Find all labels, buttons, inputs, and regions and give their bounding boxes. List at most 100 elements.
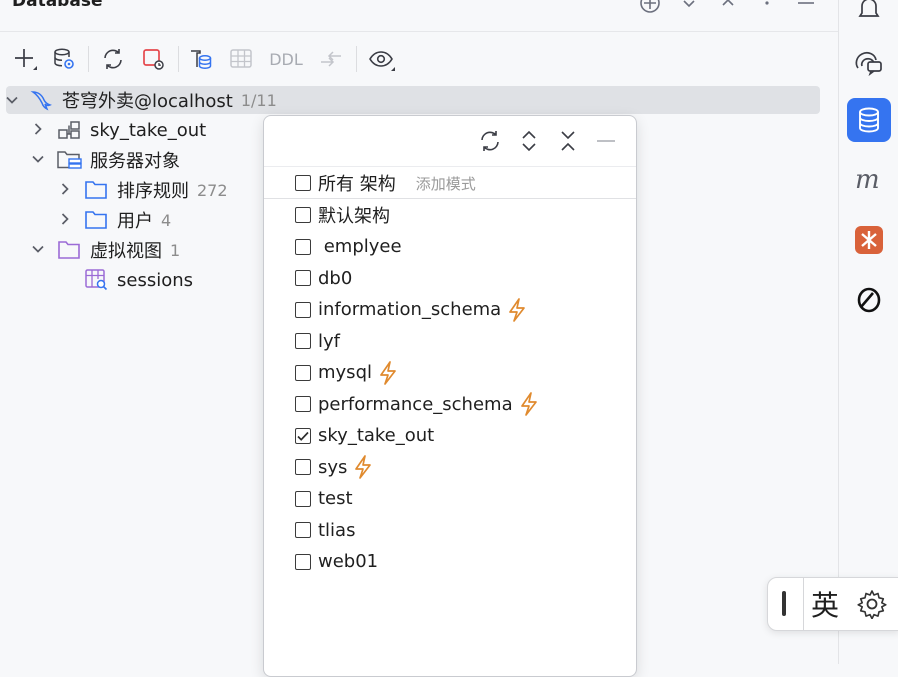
checkbox[interactable] [295,553,311,570]
tree-row-collations[interactable]: 排序规则 272 [117,175,228,205]
chevron-right-icon[interactable] [58,212,72,226]
more-options-icon[interactable] [755,0,779,14]
add-crosshair-icon[interactable] [638,0,662,14]
chevron-up-icon[interactable] [716,0,740,14]
copilot-icon[interactable] [847,278,891,322]
chevron-down-icon[interactable] [31,242,45,256]
checkbox[interactable] [295,175,311,191]
schema-option-label: sky_take_out [318,425,435,446]
schema-option[interactable]: emplyee [295,233,402,261]
schema-option[interactable]: sky_take_out [295,422,434,450]
server-objects-icon [57,149,83,171]
data-source-properties-icon[interactable] [50,44,78,74]
tree-row-server-objects[interactable]: 服务器对象 [90,145,180,175]
ime-language-toggle[interactable]: 英 [811,584,839,624]
plugin-icon[interactable] [847,218,891,262]
tool-window-header: Database [0,0,838,32]
schema-option[interactable]: mysql [295,359,398,387]
checkbox[interactable] [295,522,311,538]
tool-window-title: Database [12,0,103,11]
schema-option[interactable]: sys [295,453,373,481]
disconnect-icon[interactable] [138,44,168,74]
tree-item-label: sky_take_out [90,119,207,141]
jump-to-console-icon[interactable] [186,44,216,74]
schema-option[interactable]: web01 [295,548,378,576]
system-schema-bolt-icon [519,392,539,416]
checkbox-checked[interactable] [295,427,311,444]
virtual-table-icon [85,269,109,291]
ai-chat-icon[interactable] [847,40,891,84]
chevron-right-icon[interactable] [58,182,72,196]
collapse-all-icon[interactable] [555,128,581,154]
ddl-button: DDL [269,49,303,69]
schema-icon [58,120,80,140]
chevron-down-icon[interactable] [31,152,45,166]
minimize-icon[interactable] [794,0,818,14]
checkbox[interactable] [295,270,311,286]
schema-option-label: sys [318,456,348,478]
view-options-icon[interactable] [366,44,398,74]
divider [803,578,804,630]
virtual-folder-icon [58,240,80,260]
datasource-label: 苍穹外卖@localhost [62,91,233,112]
table-editor-icon [226,44,256,74]
chevron-down-icon[interactable] [677,0,701,14]
minimize-icon[interactable] [593,128,619,154]
tree-row-virtual-views[interactable]: 虚拟视图 1 [90,235,180,265]
checkbox[interactable] [295,238,311,255]
expand-all-icon[interactable] [516,128,542,154]
tree-item-label: 排序规则 [117,181,189,202]
schema-option-label: db0 [318,267,353,289]
schema-option[interactable]: performance_schema [295,390,539,418]
schema-option-label: lyf [318,330,340,352]
checkbox[interactable] [295,301,311,318]
checkbox[interactable] [295,207,311,223]
checkbox[interactable] [295,333,311,349]
schema-option[interactable]: db0 [295,264,352,292]
refresh-icon[interactable] [477,128,503,154]
tree-row-label: 苍穹外卖@localhost 1/11 [62,85,277,115]
checkbox[interactable] [295,490,311,507]
tree-item-label: 虚拟视图 [90,241,162,262]
schema-option-label: tlias [318,519,356,541]
tree-row-schema[interactable]: sky_take_out [90,115,206,145]
filter-divider [264,198,636,199]
tree-row-sessions[interactable]: sessions [117,265,193,295]
notifications-icon[interactable] [847,0,891,30]
all-schemas-option[interactable]: 所有 架构 添加模式 [295,169,476,197]
tree-item-label: 服务器对象 [90,151,180,172]
checkbox[interactable] [295,396,311,412]
refresh-icon[interactable] [98,44,128,74]
checkmark-icon [297,431,309,441]
right-tool-strip: m [838,0,898,664]
schema-option[interactable]: 默认架构 [295,201,390,229]
ime-drag-handle[interactable] [782,591,786,616]
chevron-down-icon[interactable] [5,93,19,107]
checkbox[interactable] [295,364,311,381]
chevron-right-icon[interactable] [31,122,45,136]
schema-option[interactable]: information_schema [295,296,527,324]
all-schemas-label: 所有 架构 [318,174,396,195]
gear-icon[interactable] [857,589,887,623]
schema-option-label: mysql [318,362,372,383]
add-icon[interactable] [10,44,40,74]
item-count: 4 [161,210,172,230]
database-toolbar: DDL [0,44,838,74]
schema-count: 1/11 [240,90,277,110]
item-count: 1 [170,240,181,260]
svg-text:m: m [855,168,880,192]
schema-option[interactable]: tlias [295,516,355,544]
ime-toolbar: 英 [767,577,898,631]
database-icon[interactable] [847,98,891,142]
mybatis-m-icon[interactable]: m [847,158,891,202]
mysql-dolphin-icon [30,88,54,112]
schema-selector-popup: 所有 架构 添加模式 默认架构 emplyee db0 information_sc… [263,115,637,677]
schema-option[interactable]: lyf [295,327,340,355]
folder-icon [85,180,107,200]
system-schema-bolt-icon [507,297,527,322]
add-pattern-placeholder[interactable]: 添加模式 [416,173,476,194]
tree-item-label: sessions [117,269,194,291]
checkbox[interactable] [295,459,311,475]
schema-option[interactable]: test [295,485,353,513]
tree-row-users[interactable]: 用户 4 [117,205,171,235]
